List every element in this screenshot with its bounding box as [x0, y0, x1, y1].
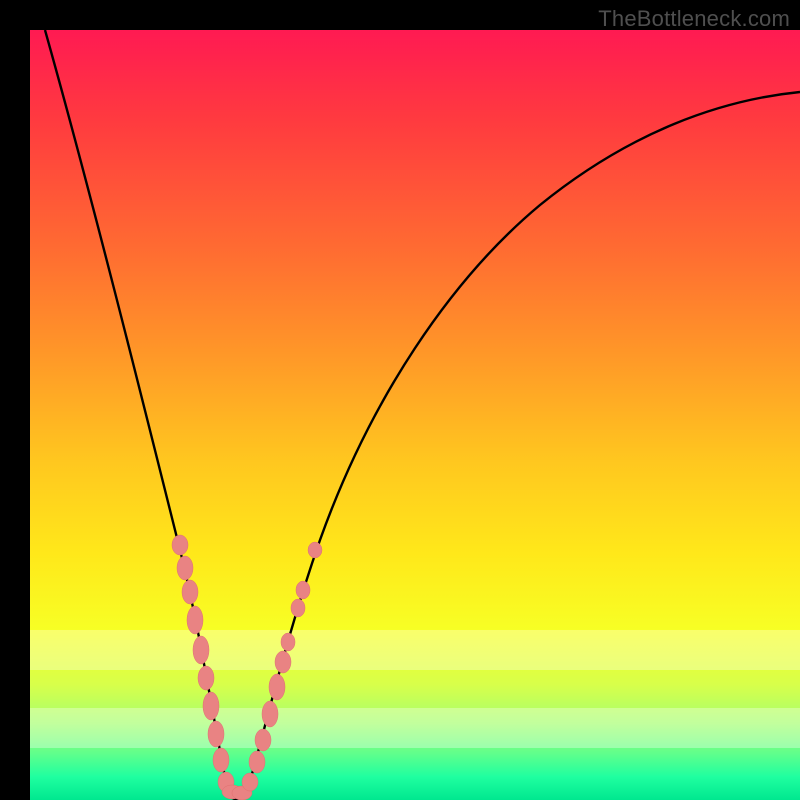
data-point: [177, 556, 193, 580]
data-point: [187, 606, 203, 634]
data-point: [308, 542, 322, 558]
data-point: [281, 633, 295, 651]
data-point: [172, 535, 188, 555]
data-point: [208, 721, 224, 747]
data-point: [242, 773, 258, 791]
data-point: [262, 701, 278, 727]
data-point: [269, 674, 285, 700]
data-point: [255, 729, 271, 751]
data-point: [203, 692, 219, 720]
data-points-group: [172, 535, 322, 800]
curve-layer: [30, 30, 800, 800]
data-point: [296, 581, 310, 599]
data-point: [291, 599, 305, 617]
plot-area: [30, 30, 800, 800]
data-point: [182, 580, 198, 604]
data-point: [249, 751, 265, 773]
data-point: [193, 636, 209, 664]
data-point: [275, 651, 291, 673]
chart-frame: TheBottleneck.com: [0, 0, 800, 800]
bottleneck-curve: [45, 30, 800, 799]
watermark-text: TheBottleneck.com: [598, 6, 790, 32]
data-point: [213, 748, 229, 772]
data-point: [198, 666, 214, 690]
